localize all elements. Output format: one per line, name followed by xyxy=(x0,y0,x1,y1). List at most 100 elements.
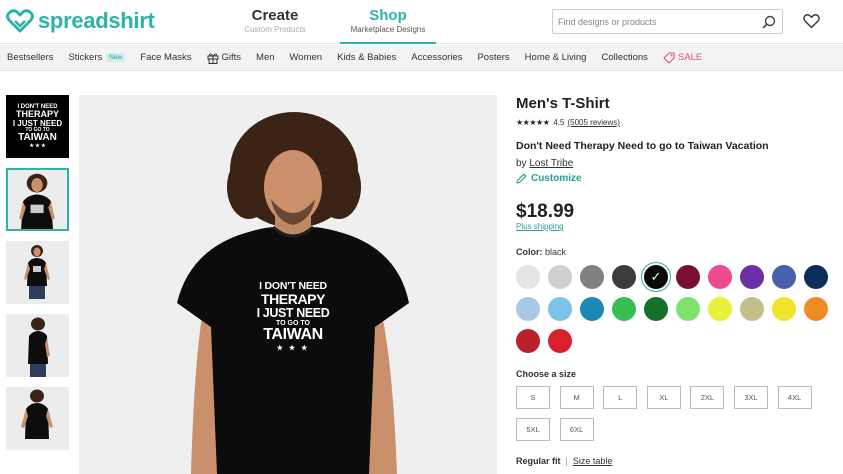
main-product-image[interactable]: I DON'T NEED THERAPY I JUST NEED TO GO T… xyxy=(79,95,497,474)
print-line: TAIWAN xyxy=(263,326,323,344)
model-side-image xyxy=(6,314,69,377)
color-value: black xyxy=(545,247,567,257)
size-option-xl[interactable]: XL xyxy=(646,386,681,409)
print-line: I JUST NEED xyxy=(256,305,330,320)
color-swatch[interactable] xyxy=(612,297,636,321)
by-label: by xyxy=(516,158,527,169)
thumbnail-design[interactable]: I DON'T NEED THERAPY I JUST NEED TO GO T… xyxy=(6,95,69,158)
category-label: Gifts xyxy=(221,52,242,63)
search-input[interactable] xyxy=(553,10,753,33)
model-wide-image xyxy=(6,241,69,304)
color-swatch[interactable] xyxy=(516,297,540,321)
category-sale[interactable]: SALE xyxy=(663,51,703,64)
category-face-masks[interactable]: Face Masks xyxy=(140,52,191,63)
designer-link[interactable]: Lost Tribe xyxy=(529,158,573,169)
category-women[interactable]: Women xyxy=(290,52,323,63)
thumbnail-design-print: I DON'T NEED THERAPY I JUST NEED TO GO T… xyxy=(13,104,62,149)
category-home-living[interactable]: Home & Living xyxy=(525,52,587,63)
color-swatch[interactable] xyxy=(804,265,828,289)
category-label: Collections xyxy=(601,52,648,63)
color-swatch[interactable] xyxy=(644,297,668,321)
category-label: Kids & Babies xyxy=(337,52,397,63)
nav-shop-subtitle: Marketplace Designs xyxy=(350,25,426,34)
color-swatch[interactable] xyxy=(516,329,540,353)
search-icon[interactable] xyxy=(762,15,776,29)
size-label: Choose a size xyxy=(516,369,577,379)
wishlist-heart-icon[interactable] xyxy=(803,13,820,29)
nav-create-subtitle: Custom Products xyxy=(244,25,306,34)
product-info: Men's T-Shirt ★★★★★ 4.5 (5005 reviews) D… xyxy=(516,95,843,169)
designer-line: by Lost Tribe xyxy=(516,158,843,169)
category-posters[interactable]: Posters xyxy=(477,52,509,63)
new-badge: New xyxy=(106,53,126,62)
color-swatch[interactable] xyxy=(580,265,604,289)
color-swatch[interactable] xyxy=(676,297,700,321)
category-nav: Bestsellers Stickers New Face Masks Gift… xyxy=(0,45,843,71)
nav-shop[interactable]: Shop Marketplace Designs xyxy=(340,7,436,44)
color-swatch[interactable] xyxy=(516,265,540,289)
pencil-icon xyxy=(516,173,527,184)
product-title: Don't Need Therapy Need to go to Taiwan … xyxy=(516,140,769,152)
color-swatch[interactable] xyxy=(580,297,604,321)
color-swatch[interactable] xyxy=(548,297,572,321)
size-option-6xl[interactable]: 6XL xyxy=(559,418,594,441)
color-swatch[interactable] xyxy=(772,265,796,289)
color-swatch[interactable] xyxy=(772,297,796,321)
reviews-link[interactable]: (5005 reviews) xyxy=(567,118,619,127)
size-option-l[interactable]: L xyxy=(603,386,638,409)
rating-stars-icon: ★★★★★ xyxy=(516,118,550,127)
shirt-print: I DON'T NEED THERAPY I JUST NEED TO GO T… xyxy=(253,280,333,352)
color-swatch[interactable] xyxy=(804,297,828,321)
nav-create[interactable]: Create Custom Products xyxy=(232,7,318,34)
color-swatch[interactable] xyxy=(548,329,572,353)
model-front-image xyxy=(8,170,67,229)
tag-icon xyxy=(663,51,675,64)
color-swatch[interactable] xyxy=(740,297,764,321)
thumbnail-side[interactable] xyxy=(6,314,69,377)
category-bestsellers[interactable]: Bestsellers xyxy=(7,52,53,63)
category-kids-babies[interactable]: Kids & Babies xyxy=(337,52,396,63)
price: $18.99 xyxy=(516,201,575,222)
print-stars: ★ ★ ★ xyxy=(29,142,46,149)
category-label: Men xyxy=(256,52,275,63)
thumbnail-front-wide[interactable] xyxy=(6,241,69,304)
category-accessories[interactable]: Accessories xyxy=(411,52,462,63)
color-swatch[interactable] xyxy=(708,297,732,321)
color-swatch[interactable] xyxy=(708,265,732,289)
color-swatch[interactable]: ✓ xyxy=(644,265,668,289)
category-collections[interactable]: Collections xyxy=(601,52,647,63)
nav-shop-title: Shop xyxy=(369,7,407,24)
category-label: Stickers xyxy=(68,52,103,63)
size-option-3xl[interactable]: 3XL xyxy=(734,386,768,409)
color-label-title: Color: xyxy=(516,247,543,257)
color-swatch[interactable] xyxy=(740,265,764,289)
size-option-5xl[interactable]: 5XL xyxy=(516,418,550,441)
category-gifts[interactable]: Gifts xyxy=(207,52,242,64)
customize-button[interactable]: Customize xyxy=(516,173,582,184)
size-option-s[interactable]: S xyxy=(516,386,550,409)
size-option-m[interactable]: M xyxy=(559,386,594,409)
thumbnail-front[interactable] xyxy=(6,168,69,231)
category-label: SALE xyxy=(677,52,703,63)
category-label: Posters xyxy=(477,52,510,63)
color-label: Color: black xyxy=(516,247,566,257)
size-table-link[interactable]: Size table xyxy=(573,456,613,466)
logo-wordmark: spreadshirt xyxy=(38,8,155,33)
category-stickers[interactable]: Stickers New xyxy=(68,52,126,63)
thumbnail-back[interactable] xyxy=(6,387,69,450)
separator: | xyxy=(565,456,568,466)
color-swatch[interactable] xyxy=(676,265,700,289)
spreadshirt-logo[interactable]: spreadshirt xyxy=(6,7,155,35)
size-option-2xl[interactable]: 2XL xyxy=(690,386,725,409)
category-label: Women xyxy=(289,52,323,63)
size-option-4xl[interactable]: 4XL xyxy=(777,386,812,409)
category-label: Accessories xyxy=(411,52,463,63)
color-swatch[interactable] xyxy=(548,265,572,289)
category-men[interactable]: Men xyxy=(256,52,274,63)
site-header: spreadshirt Create Custom Products Shop … xyxy=(0,0,843,44)
checkmark-icon: ✓ xyxy=(650,269,662,284)
print-line: THERAPY xyxy=(260,291,326,308)
color-swatch[interactable] xyxy=(612,265,636,289)
shipping-link[interactable]: Plus shipping xyxy=(516,222,564,231)
logo-heart-icon xyxy=(6,9,34,33)
